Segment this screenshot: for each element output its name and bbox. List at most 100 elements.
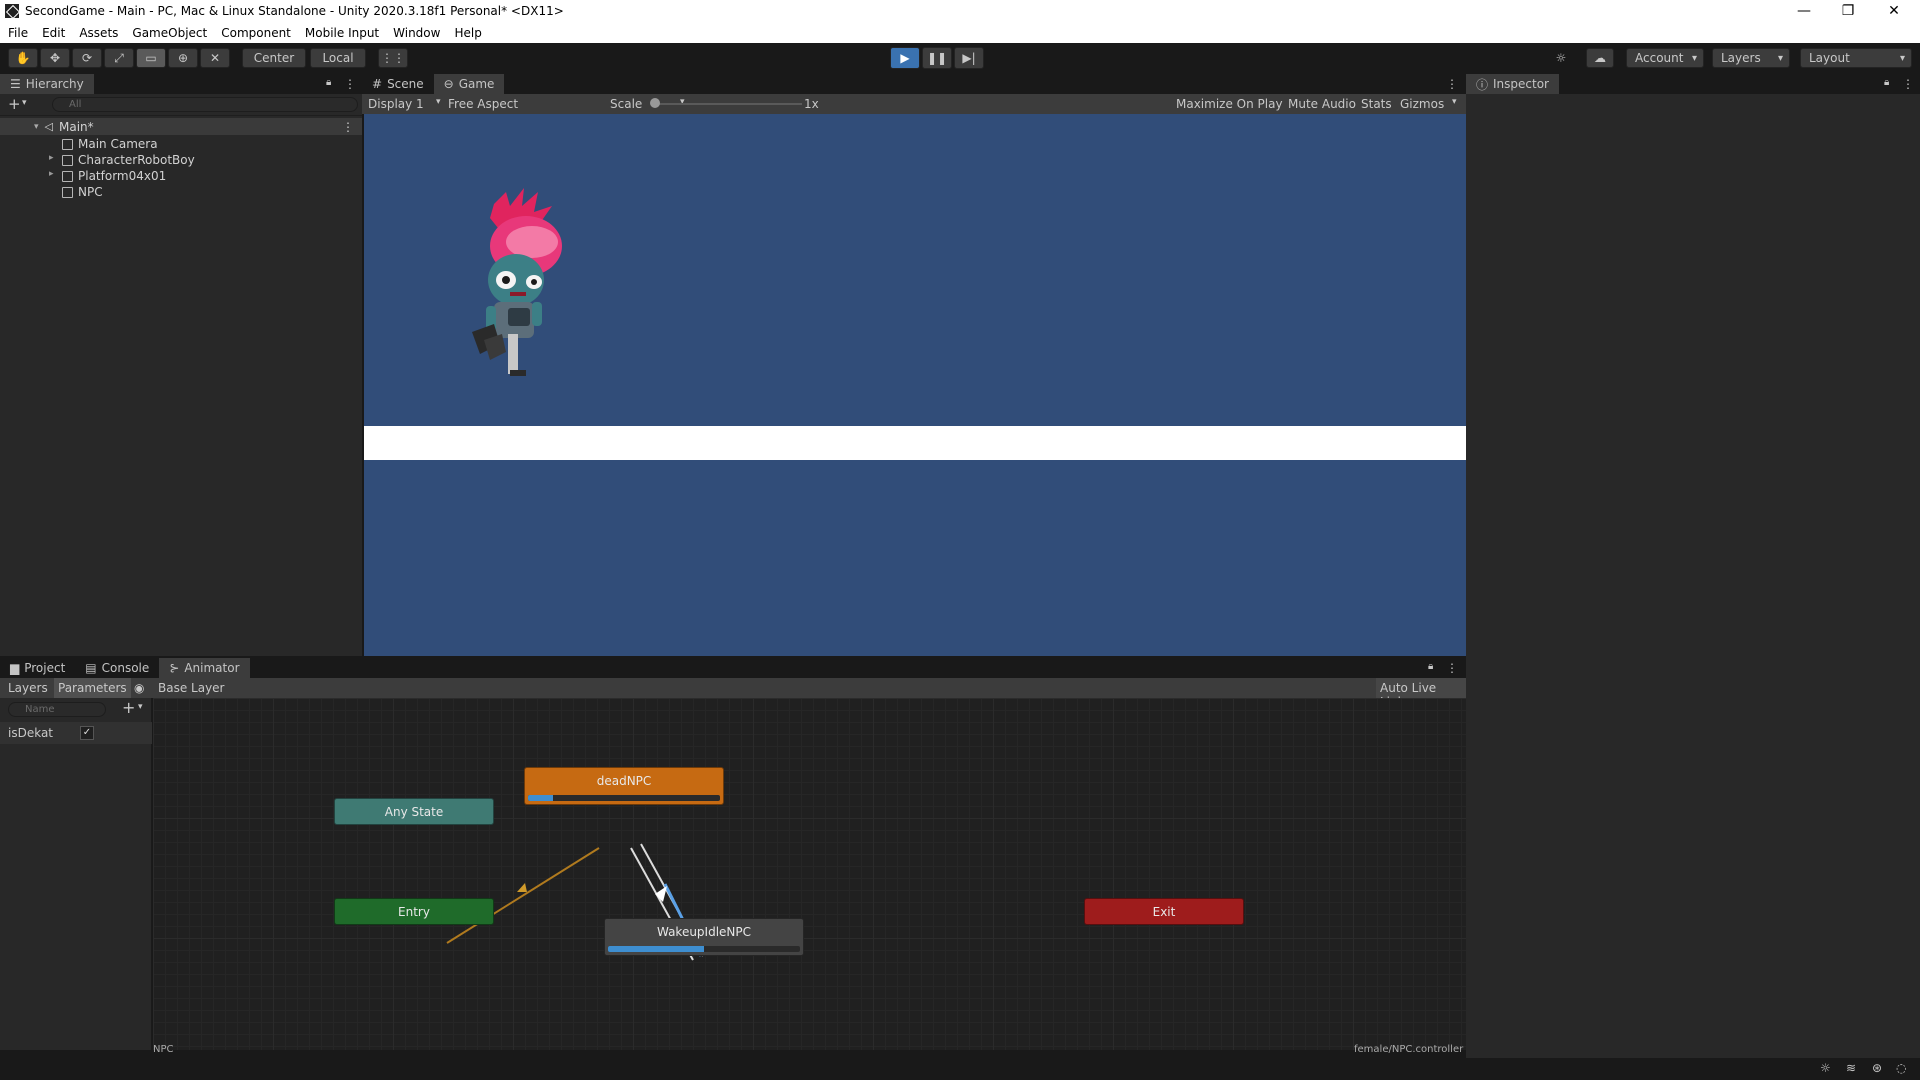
inspector-tabbar: ⓘ Inspector 🔒︎ ⋮ bbox=[1466, 74, 1920, 94]
animator-graph[interactable]: Any State Entry Exit deadNPC WakeupIdleN… bbox=[153, 698, 1466, 1050]
minimize-button[interactable]: — bbox=[1782, 0, 1826, 22]
tab-game[interactable]: ⊖ Game bbox=[433, 74, 505, 94]
state-label: Exit bbox=[1152, 904, 1176, 919]
folder-icon: ▆ bbox=[10, 661, 20, 675]
state-any-state[interactable]: Any State bbox=[334, 798, 494, 825]
menu-component[interactable]: Component bbox=[221, 26, 291, 40]
state-exit[interactable]: Exit bbox=[1084, 898, 1244, 925]
restore-button[interactable]: ❐ bbox=[1826, 0, 1870, 22]
scale-tool-icon[interactable]: ⤢ bbox=[104, 48, 134, 68]
kebab-menu-icon[interactable]: ⋮ bbox=[344, 77, 356, 91]
pivot-rotation-button[interactable]: Local bbox=[310, 48, 366, 68]
tab-scene[interactable]: # Scene bbox=[362, 74, 434, 94]
parameter-search-input[interactable]: Name bbox=[8, 702, 106, 717]
stats-toggle[interactable]: Stats bbox=[1361, 97, 1392, 111]
chevron-down-icon[interactable]: ▾ bbox=[1452, 97, 1457, 107]
tab-project-label: Project bbox=[24, 661, 66, 675]
progress-status-icon[interactable]: ◌ bbox=[1896, 1061, 1906, 1075]
scale-slider-handle[interactable] bbox=[650, 98, 660, 108]
eye-icon[interactable]: ◉ bbox=[134, 681, 144, 695]
tab-hierarchy[interactable]: ☰ Hierarchy bbox=[0, 74, 94, 94]
parameter-checkbox[interactable]: ✓ bbox=[80, 726, 94, 740]
hierarchy-item[interactable]: Main Camera bbox=[62, 136, 158, 152]
layout-dropdown[interactable]: Layout bbox=[1800, 48, 1912, 68]
scale-slider-track[interactable] bbox=[652, 103, 802, 105]
menu-edit[interactable]: Edit bbox=[42, 26, 65, 40]
hand-tool-icon[interactable]: ✋ bbox=[8, 48, 38, 68]
cloud-icon[interactable]: ☁ bbox=[1586, 48, 1614, 68]
state-label: Any State bbox=[384, 804, 444, 819]
view-menu-icon[interactable]: ⋮ bbox=[1446, 77, 1458, 91]
menu-help[interactable]: Help bbox=[454, 26, 481, 40]
maximize-on-play-toggle[interactable]: Maximize On Play bbox=[1176, 97, 1283, 111]
footer-controller-object: NPC bbox=[153, 1044, 174, 1055]
lock-icon[interactable]: 🔒︎ bbox=[326, 77, 331, 88]
layers-status-icon[interactable]: ≋ bbox=[1846, 1061, 1856, 1075]
layer-breadcrumb[interactable]: Base Layer bbox=[158, 681, 225, 695]
add-icon[interactable]: + bbox=[8, 95, 21, 113]
tab-inspector-label: Inspector bbox=[1493, 77, 1549, 91]
account-dropdown[interactable]: Account bbox=[1626, 48, 1704, 68]
debug-icon[interactable]: ☼ bbox=[1820, 1061, 1831, 1075]
tab-parameters[interactable]: Parameters bbox=[54, 678, 131, 698]
close-button[interactable]: ✕ bbox=[1872, 0, 1916, 22]
play-button[interactable]: ▶ bbox=[890, 47, 920, 69]
hierarchy-item[interactable]: Platform04x01 bbox=[62, 168, 166, 184]
game-canvas[interactable] bbox=[364, 114, 1466, 656]
menu-file[interactable]: File bbox=[8, 26, 28, 40]
menu-window[interactable]: Window bbox=[393, 26, 440, 40]
move-tool-icon[interactable]: ✥ bbox=[40, 48, 70, 68]
rotate-tool-icon[interactable]: ⟳ bbox=[72, 48, 102, 68]
chevron-down-icon[interactable]: ▾ bbox=[22, 98, 27, 108]
network-icon[interactable]: ⊛ bbox=[1872, 1061, 1882, 1075]
tab-console[interactable]: ▤ Console bbox=[75, 658, 159, 678]
hierarchy-item[interactable]: CharacterRobotBoy bbox=[62, 152, 195, 168]
state-wakeup-idle-npc[interactable]: WakeupIdleNPC bbox=[604, 918, 804, 956]
gameobject-icon bbox=[62, 154, 73, 166]
auto-live-link-toggle[interactable]: Auto Live Link bbox=[1376, 678, 1466, 709]
add-parameter-icon[interactable]: + bbox=[122, 698, 135, 717]
pivot-mode-button[interactable]: Center bbox=[242, 48, 306, 68]
unity-scene-icon: ◁ bbox=[44, 120, 53, 133]
gizmos-toggle[interactable]: Gizmos bbox=[1400, 97, 1444, 111]
fold-closed-icon[interactable]: ▸ bbox=[49, 169, 54, 179]
fold-closed-icon[interactable]: ▸ bbox=[49, 153, 54, 163]
custom-tool-icon[interactable]: ✕ bbox=[200, 48, 230, 68]
lock-icon[interactable]: 🔒︎ bbox=[1884, 77, 1889, 88]
transform-tool-icon[interactable]: ⊕ bbox=[168, 48, 198, 68]
tab-project[interactable]: ▆ Project bbox=[0, 658, 75, 678]
tab-animator[interactable]: ⊱ Animator bbox=[159, 658, 250, 678]
hierarchy-item[interactable]: NPC bbox=[62, 184, 103, 200]
menu-assets[interactable]: Assets bbox=[79, 26, 118, 40]
display-dropdown[interactable]: Display 1 ▾ bbox=[368, 97, 441, 111]
aspect-dropdown[interactable]: Free Aspect ▾ bbox=[448, 97, 685, 111]
state-dead-npc[interactable]: deadNPC bbox=[524, 767, 724, 805]
rect-tool-icon[interactable]: ▭ bbox=[136, 48, 166, 68]
tab-layers[interactable]: Layers bbox=[8, 681, 48, 695]
mute-audio-toggle[interactable]: Mute Audio bbox=[1288, 97, 1356, 111]
parameter-row[interactable]: isDekat ✓ bbox=[0, 722, 152, 744]
lock-icon[interactable]: 🔒︎ bbox=[1428, 661, 1433, 672]
step-button[interactable]: ▶| bbox=[954, 47, 984, 69]
menu-gameobject[interactable]: GameObject bbox=[132, 26, 207, 40]
kebab-menu-icon[interactable]: ⋮ bbox=[1902, 77, 1914, 91]
pause-button[interactable]: ❚❚ bbox=[922, 47, 952, 69]
scene-menu-icon[interactable]: ⋮ bbox=[342, 120, 354, 134]
state-progress-fill bbox=[608, 946, 704, 952]
layers-dropdown[interactable]: Layers bbox=[1712, 48, 1790, 68]
hierarchy-tabbar: ☰ Hierarchy 🔒︎ ⋮ bbox=[0, 74, 362, 94]
menu-mobile-input[interactable]: Mobile Input bbox=[305, 26, 379, 40]
chevron-down-icon[interactable]: ▾ bbox=[138, 702, 143, 712]
menu-bar: File Edit Assets GameObject Component Mo… bbox=[0, 22, 1920, 43]
tab-inspector[interactable]: ⓘ Inspector bbox=[1466, 74, 1559, 94]
tab-game-label: Game bbox=[458, 77, 495, 91]
transition-lines bbox=[446, 843, 704, 961]
state-entry[interactable]: Entry bbox=[334, 898, 494, 925]
fold-open-icon[interactable]: ▾ bbox=[34, 122, 39, 132]
list-icon: ☰ bbox=[10, 77, 21, 91]
kebab-menu-icon[interactable]: ⋮ bbox=[1446, 661, 1458, 675]
collab-icon[interactable]: ☼ bbox=[1548, 48, 1574, 68]
grid-snap-icon[interactable]: ⋮⋮ bbox=[378, 48, 408, 68]
hierarchy-search-input[interactable]: All bbox=[52, 97, 358, 112]
scene-row[interactable]: ▾ ◁ Main* ⋮ bbox=[0, 118, 362, 135]
